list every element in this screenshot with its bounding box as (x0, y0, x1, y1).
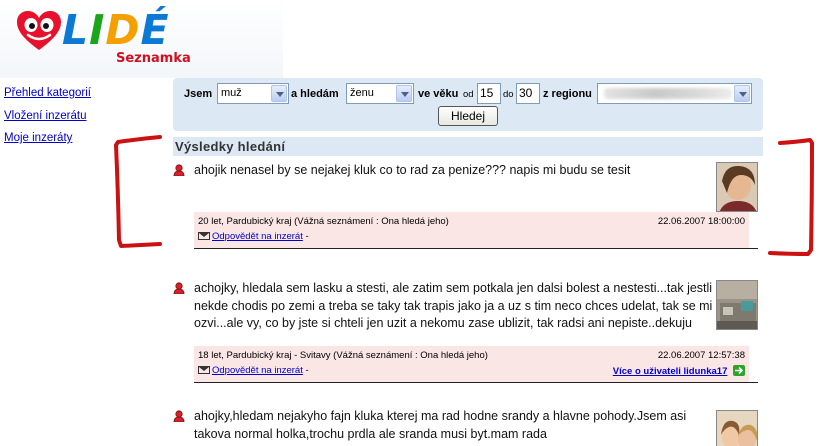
listing-info: 18 let, Pardubický kraj - Svitavy (Vážná… (198, 350, 488, 361)
nav-link-my-ads[interactable]: Moje inzeráty (4, 127, 91, 150)
listing-reply: Odpovědět na inzerát - (198, 365, 309, 376)
listing-reply: Odpovědět na inzerát - (198, 231, 309, 242)
arrow-right-icon[interactable] (733, 365, 745, 376)
label-do: do (503, 89, 514, 100)
reply-link[interactable]: Odpovědět na inzerát (212, 231, 303, 242)
seeking-select-value: ženu (350, 87, 374, 99)
chevron-down-icon (734, 85, 750, 102)
listing-date: 22.06.2007 18:00:00 (657, 216, 745, 227)
search-row: Jsem muž a hledám ženu ve věku od 15 do … (173, 83, 763, 105)
lide-logo[interactable]: LIDÉ Seznamka (16, 6, 191, 66)
listing-photo[interactable] (716, 280, 758, 330)
listing-more: Více o uživateli lidunka17 (613, 365, 745, 377)
nav-link-insert-ad[interactable]: Vložení inzerátu (4, 105, 91, 128)
logo-subtitle: Seznamka (116, 51, 191, 66)
left-nav: Přehled kategorií Vložení inzerátu Moje … (4, 82, 91, 150)
user-profile-link[interactable]: Více o uživateli lidunka17 (613, 366, 728, 377)
age-from-input[interactable]: 15 (477, 83, 501, 104)
user-female-icon (173, 410, 185, 422)
listing-photo[interactable] (716, 410, 758, 446)
nav-link-category-overview[interactable]: Přehled kategorií (4, 82, 91, 105)
label-jsem: Jsem (184, 88, 213, 100)
age-to-input[interactable]: 30 (516, 83, 540, 104)
label-veku: ve věku (418, 88, 459, 100)
blurred-region-value (604, 88, 732, 99)
label-region: z regionu (543, 88, 592, 100)
search-form: Jsem muž a hledám ženu ve věku od 15 do … (173, 78, 763, 131)
listing-date: 22.06.2007 12:57:38 (657, 350, 745, 361)
label-od: od (463, 89, 474, 100)
listing-message: achojky, hledala sem lasku a stesti, ale… (194, 281, 713, 330)
divider (194, 382, 758, 383)
envelope-icon (198, 232, 210, 240)
reply-link[interactable]: Odpovědět na inzerát (212, 365, 303, 376)
heart-face-icon (17, 11, 61, 50)
logo-bar: LIDÉ Seznamka (0, 0, 283, 78)
listing-photo[interactable] (716, 162, 758, 212)
listing-item: ahojky,hledam nejakyho fajn kluka kterej… (173, 408, 763, 446)
listing-item: ahojik nenasel by se nejakej kluk co to … (173, 162, 763, 252)
label-hledam: a hledám (291, 88, 339, 100)
user-female-icon (173, 282, 185, 294)
listing-meta: 20 let, Pardubický kraj (Vážná seznámení… (194, 212, 749, 248)
listing-item: achojky, hledala sem lasku a stesti, ale… (173, 280, 763, 390)
chevron-down-icon (396, 85, 412, 102)
envelope-icon (198, 366, 210, 374)
region-select[interactable] (597, 83, 752, 104)
chevron-down-icon (271, 85, 287, 102)
gender-select[interactable]: muž (217, 83, 289, 104)
listing-meta: 18 let, Pardubický kraj - Svitavy (Vážná… (194, 346, 749, 382)
listing-message: ahojik nenasel by se nejakej kluk co to … (194, 163, 631, 177)
user-female-icon (173, 164, 185, 176)
seeking-select[interactable]: ženu (346, 83, 414, 104)
logo-wordmark: LIDÉ (62, 6, 170, 54)
listing-info: 20 let, Pardubický kraj (Vážná seznámení… (198, 216, 449, 227)
gender-select-value: muž (221, 87, 242, 99)
divider (194, 248, 758, 249)
results-heading: Výsledky hledání (173, 137, 763, 156)
listing-message: ahojky,hledam nejakyho fajn kluka kterej… (194, 409, 687, 441)
search-button[interactable]: Hledej (438, 106, 498, 126)
